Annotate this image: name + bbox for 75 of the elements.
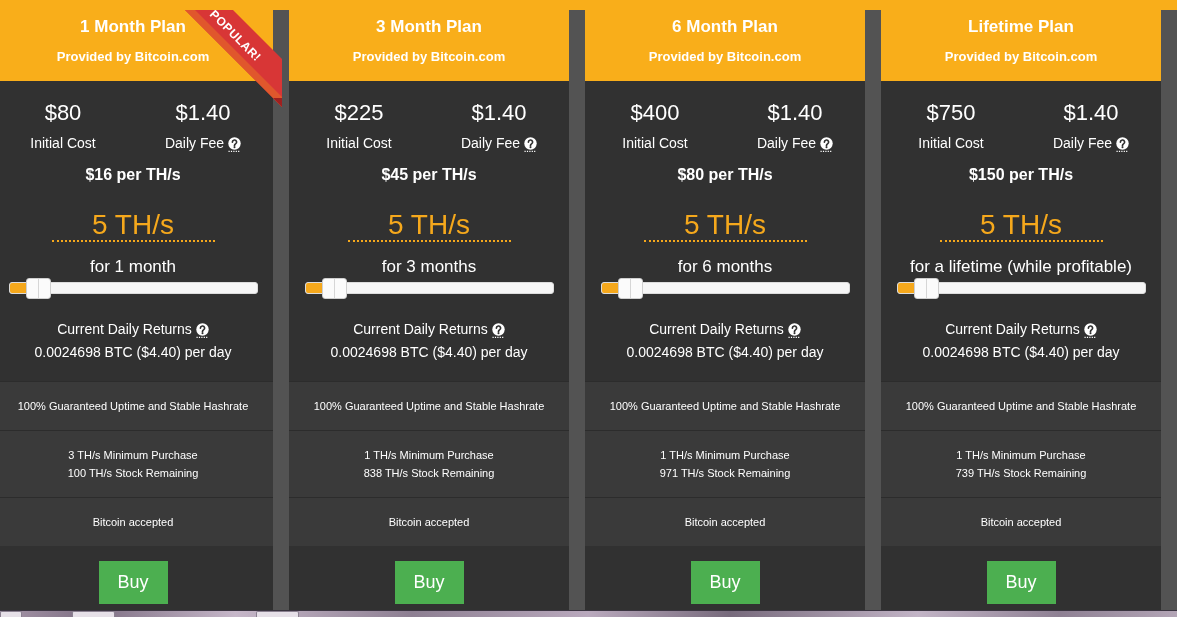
feature-text: 739 TH/s Stock Remaining [955, 466, 1087, 481]
price-per-terahash: $45 per TH/s [381, 165, 477, 185]
price-per-terahash: $16 per TH/s [85, 165, 181, 185]
slider-handle[interactable] [321, 278, 347, 299]
hashrate-value[interactable]: 5 TH/s [347, 210, 511, 242]
hashrate-value[interactable]: 5 TH/s [643, 210, 807, 242]
returns-label: Current Daily Returns [945, 320, 1080, 338]
daily-fee-label: Daily Fee [460, 134, 521, 152]
help-icon[interactable] [524, 137, 538, 152]
feature-text: 100% Guaranteed Uptime and Stable Hashrate [313, 399, 545, 414]
plan-duration: for a lifetime (while profitable) [910, 257, 1132, 277]
initial-cost-label: Initial Cost [30, 134, 96, 152]
returns-label: Current Daily Returns [353, 320, 488, 338]
feature-text: 1 TH/s Minimum Purchase [956, 448, 1086, 463]
feature-text: 1 TH/s Minimum Purchase [660, 448, 790, 463]
returns-value: 0.0024698 BTC ($4.40) per day [330, 343, 528, 361]
plan-provider: Provided by Bitcoin.com [648, 49, 802, 65]
daily-fee-label: Daily Fee [756, 134, 817, 152]
help-icon[interactable] [1116, 137, 1130, 152]
initial-cost-value: $400 [630, 100, 680, 126]
plan-title: 6 Month Plan [672, 17, 778, 37]
feature-text: Bitcoin accepted [684, 515, 766, 530]
daily-fee-value: $1.40 [767, 100, 823, 126]
slider-handle[interactable] [913, 278, 939, 299]
daily-fee-label: Daily Fee [164, 134, 225, 152]
help-icon[interactable] [195, 323, 209, 338]
feature-text: 100% Guaranteed Uptime and Stable Hashrate [609, 399, 841, 414]
taskbar-button[interactable] [0, 611, 22, 617]
daily-fee-value: $1.40 [175, 100, 231, 126]
hashrate-value[interactable]: 5 TH/s [939, 210, 1103, 242]
feature-text: Bitcoin accepted [388, 515, 470, 530]
initial-cost-value: $750 [926, 100, 976, 126]
plan-provider: Provided by Bitcoin.com [56, 49, 210, 65]
daily-fee-value: $1.40 [1063, 100, 1119, 126]
feature-text: Bitcoin accepted [980, 515, 1062, 530]
plan-provider: Provided by Bitcoin.com [944, 49, 1098, 65]
daily-fee-value: $1.40 [471, 100, 527, 126]
taskbar-button[interactable] [256, 611, 299, 617]
initial-cost-label: Initial Cost [918, 134, 984, 152]
plan-provider: Provided by Bitcoin.com [352, 49, 506, 65]
plan-title: 3 Month Plan [376, 17, 482, 37]
slider-handle[interactable] [25, 278, 51, 299]
hashrate-value[interactable]: 5 TH/s [51, 210, 215, 242]
slider-handle[interactable] [617, 278, 643, 299]
help-icon[interactable] [228, 137, 242, 152]
feature-text: 100 TH/s Stock Remaining [67, 466, 199, 481]
price-per-terahash: $80 per TH/s [677, 165, 773, 185]
returns-label: Current Daily Returns [649, 320, 784, 338]
returns-value: 0.0024698 BTC ($4.40) per day [922, 343, 1120, 361]
plan-duration: for 1 month [90, 257, 176, 277]
initial-cost-value: $80 [44, 100, 82, 126]
help-icon[interactable] [491, 323, 505, 338]
returns-value: 0.0024698 BTC ($4.40) per day [34, 343, 232, 361]
daily-fee-label: Daily Fee [1052, 134, 1113, 152]
initial-cost-label: Initial Cost [326, 134, 392, 152]
feature-text: 971 TH/s Stock Remaining [659, 466, 791, 481]
initial-cost-value: $225 [334, 100, 384, 126]
plan-duration: for 6 months [677, 257, 773, 277]
help-icon[interactable] [820, 137, 834, 152]
feature-text: 3 TH/s Minimum Purchase [68, 448, 198, 463]
initial-cost-label: Initial Cost [622, 134, 688, 152]
feature-text: 838 TH/s Stock Remaining [363, 466, 495, 481]
taskbar-button[interactable] [72, 611, 115, 617]
feature-text: 100% Guaranteed Uptime and Stable Hashrate [17, 399, 249, 414]
plan-title: Lifetime Plan [968, 17, 1074, 37]
price-per-terahash: $150 per TH/s [968, 165, 1074, 185]
help-icon[interactable] [1083, 323, 1097, 338]
feature-text: 1 TH/s Minimum Purchase [364, 448, 494, 463]
plan-duration: for 3 months [381, 257, 477, 277]
returns-label: Current Daily Returns [57, 320, 192, 338]
plan-title: 1 Month Plan [80, 17, 186, 37]
feature-text: 100% Guaranteed Uptime and Stable Hashrate [905, 399, 1137, 414]
returns-value: 0.0024698 BTC ($4.40) per day [626, 343, 824, 361]
feature-text: Bitcoin accepted [92, 515, 174, 530]
help-icon[interactable] [787, 323, 801, 338]
